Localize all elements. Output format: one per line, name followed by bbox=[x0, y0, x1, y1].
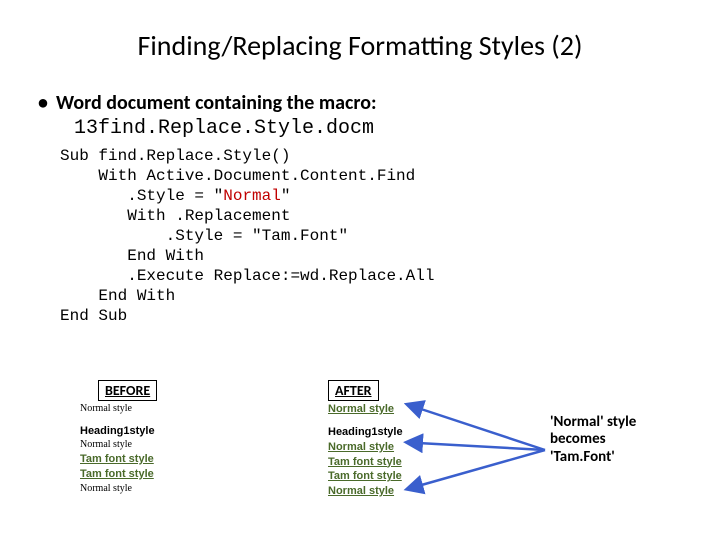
macro-filename: 13find.Replace.Style.docm bbox=[0, 117, 720, 140]
code-block: Sub find.Replace.Style() With Active.Doc… bbox=[0, 146, 720, 326]
code-line: With Active.Document.Content.Find bbox=[60, 167, 415, 185]
before-row: Normal style bbox=[80, 438, 230, 452]
after-column: Normal style Heading1style Normal style … bbox=[328, 402, 478, 499]
before-row: Normal style bbox=[80, 402, 230, 416]
code-line: .Execute Replace:=wd.Replace.All bbox=[60, 267, 434, 285]
comparison-area: BEFORE AFTER Normal style Heading1style … bbox=[80, 380, 680, 530]
before-row: Tam font style bbox=[80, 452, 230, 467]
before-row: Tam font style bbox=[80, 467, 230, 482]
code-line: Sub find.Replace.Style() bbox=[60, 147, 290, 165]
after-row: Normal style bbox=[328, 402, 478, 417]
bullet-text: Word document containing the macro: bbox=[56, 91, 377, 115]
code-line: End With bbox=[60, 287, 175, 305]
after-row: Tam font style bbox=[328, 469, 478, 484]
before-row: Normal style bbox=[80, 482, 230, 496]
code-line: With .Replacement bbox=[60, 207, 290, 225]
after-row: Normal style bbox=[328, 484, 478, 499]
annotation-note: 'Normal' style becomes 'Tam.Font' bbox=[550, 414, 650, 466]
after-row: Heading1style bbox=[328, 425, 478, 440]
after-row: Tam font style bbox=[328, 455, 478, 470]
after-label: AFTER bbox=[328, 380, 379, 401]
before-column: Normal style Heading1style Normal style … bbox=[80, 402, 230, 495]
code-line: .Style = "Tam.Font" bbox=[60, 227, 348, 245]
bullet-line: •Word document containing the macro: bbox=[0, 91, 720, 115]
before-row: Heading1style bbox=[80, 424, 230, 439]
after-row: Normal style bbox=[328, 440, 478, 455]
code-line: End Sub bbox=[60, 307, 127, 325]
bullet-dot: • bbox=[38, 91, 56, 115]
before-label: BEFORE bbox=[98, 380, 157, 401]
slide-title: Finding/Replacing Formatting Styles (2) bbox=[0, 0, 720, 63]
code-line: .Style = "Normal" bbox=[60, 187, 290, 205]
code-line: End With bbox=[60, 247, 204, 265]
